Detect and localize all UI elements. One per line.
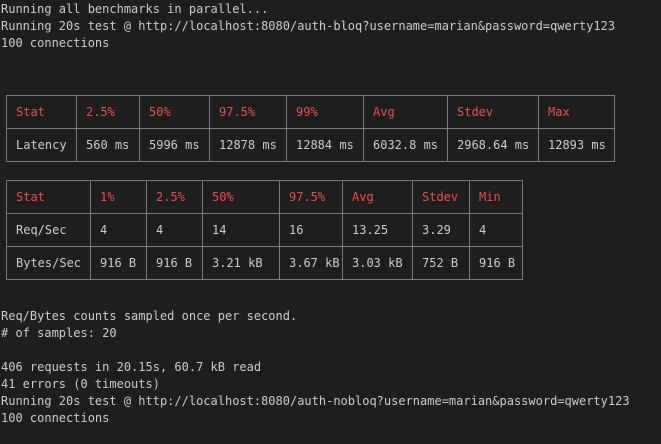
table-cell: 5996 ms bbox=[139, 128, 210, 162]
header-cell: 50% bbox=[202, 180, 280, 214]
header-cell: 99% bbox=[286, 95, 364, 129]
output-line-parallel: Running all benchmarks in parallel... bbox=[1, 2, 269, 16]
table-cell: 3.67 kB bbox=[279, 246, 343, 280]
table-cell: 560 ms bbox=[76, 128, 140, 162]
table-cell: 13.25 bbox=[342, 213, 413, 247]
header-cell: 1% bbox=[90, 180, 147, 214]
bytes-sec-row: Bytes/Sec 916 B 916 B 3.21 kB 3.67 kB 3.… bbox=[6, 246, 523, 280]
header-cell: Stdev bbox=[447, 95, 539, 129]
table-cell: 3.29 bbox=[412, 213, 470, 247]
table-cell: 12878 ms bbox=[209, 128, 287, 162]
latency-row: Latency 560 ms 5996 ms 12878 ms 12884 ms… bbox=[6, 128, 615, 162]
table-cell: 916 B bbox=[90, 246, 147, 280]
table-cell: 12893 ms bbox=[538, 128, 615, 162]
table-cell: 14 bbox=[202, 213, 280, 247]
latency-table: Stat 2.5% 50% 97.5% 99% Avg Stdev Max La… bbox=[6, 95, 615, 162]
req-sec-row: Req/Sec 4 4 14 16 13.25 3.29 4 bbox=[6, 213, 523, 247]
header-cell: Stat bbox=[6, 95, 77, 129]
header-cell: Stat bbox=[6, 180, 91, 214]
table-cell: 12884 ms bbox=[286, 128, 364, 162]
table-cell: Req/Sec bbox=[6, 213, 91, 247]
output-line-test-nobloq: Running 20s test @ http://localhost:8080… bbox=[1, 394, 630, 408]
table-cell: 4 bbox=[90, 213, 147, 247]
output-line-samples: # of samples: 20 bbox=[1, 326, 117, 340]
header-cell: Avg bbox=[363, 95, 448, 129]
output-line-connections-2: 100 connections bbox=[1, 411, 110, 425]
header-cell: 97.5% bbox=[279, 180, 343, 214]
output-line-connections: 100 connections bbox=[1, 36, 110, 50]
header-cell: Min bbox=[469, 180, 523, 214]
latency-header-row: Stat 2.5% 50% 97.5% 99% Avg Stdev Max bbox=[6, 95, 615, 129]
table-cell: 16 bbox=[279, 213, 343, 247]
header-cell: 50% bbox=[139, 95, 210, 129]
table-cell: 3.03 kB bbox=[342, 246, 413, 280]
table-cell: 3.21 kB bbox=[202, 246, 280, 280]
throughput-table: Stat 1% 2.5% 50% 97.5% Avg Stdev Min Req… bbox=[6, 180, 523, 280]
header-cell: 2.5% bbox=[146, 180, 203, 214]
table-cell: Bytes/Sec bbox=[6, 246, 91, 280]
terminal-output[interactable]: Running all benchmarks in parallel... Ru… bbox=[0, 0, 661, 444]
table-cell: 916 B bbox=[469, 246, 523, 280]
throughput-header-row: Stat 1% 2.5% 50% 97.5% Avg Stdev Min bbox=[6, 180, 523, 214]
table-cell: Latency bbox=[6, 128, 77, 162]
output-line-sampled: Req/Bytes counts sampled once per second… bbox=[1, 309, 298, 323]
table-cell: 916 B bbox=[146, 246, 203, 280]
output-line-test-bloq: Running 20s test @ http://localhost:8080… bbox=[1, 19, 616, 33]
output-line-errors: 41 errors (0 timeouts) bbox=[1, 377, 160, 391]
table-cell: 4 bbox=[146, 213, 203, 247]
header-cell: 2.5% bbox=[76, 95, 140, 129]
header-cell: Avg bbox=[342, 180, 413, 214]
table-cell: 4 bbox=[469, 213, 523, 247]
header-cell: Max bbox=[538, 95, 615, 129]
output-line-requests: 406 requests in 20.15s, 60.7 kB read bbox=[1, 360, 262, 374]
table-cell: 2968.64 ms bbox=[447, 128, 539, 162]
header-cell: Stdev bbox=[412, 180, 470, 214]
header-cell: 97.5% bbox=[209, 95, 287, 129]
table-cell: 6032.8 ms bbox=[363, 128, 448, 162]
table-cell: 752 B bbox=[412, 246, 470, 280]
